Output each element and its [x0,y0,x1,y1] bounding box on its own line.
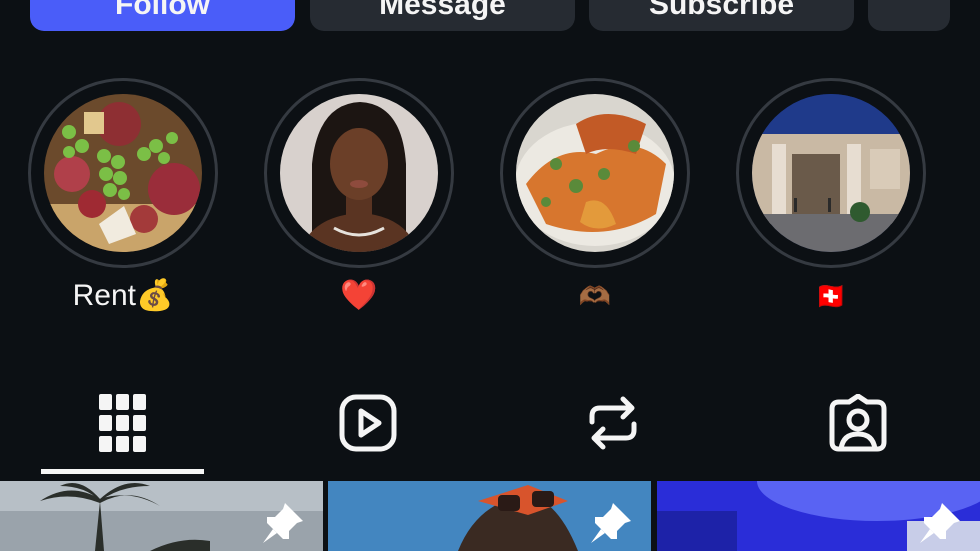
highlight-cover-image [752,94,910,252]
highlight-cover-image [280,94,438,252]
grid-post[interactable] [328,481,651,551]
tab-posts[interactable] [0,370,245,475]
highlight-ring [500,78,690,268]
pin-icon [591,503,631,543]
grid-icon [98,393,146,452]
grid-post[interactable] [657,481,980,551]
highlight-heart[interactable]: ❤️ [264,78,454,316]
more-options-button[interactable] [868,0,950,31]
highlight-ring [736,78,926,268]
tab-reels[interactable] [245,370,490,475]
highlight-rent[interactable]: Rent💰 [28,78,218,316]
posts-grid [0,481,980,551]
subscribe-button[interactable]: Subscribe [589,0,854,31]
reposts-icon [589,396,636,449]
highlight-switzerland[interactable]: 🇨🇭 [736,78,926,316]
active-tab-indicator [41,469,204,474]
message-button[interactable]: Message [310,0,575,31]
follow-button[interactable]: Follow [30,0,295,31]
highlight-ring [28,78,218,268]
pin-icon [263,503,303,543]
highlight-label: 🫶🏾 [578,281,612,311]
tagged-icon [829,393,886,451]
highlight-ring [264,78,454,268]
grid-post[interactable] [0,481,323,551]
profile-actions: Follow Message Subscribe [30,0,950,31]
tab-tagged[interactable] [735,370,980,475]
highlight-cover-image [44,94,202,252]
profile-tabs [0,370,980,475]
highlight-label: 🇨🇭 [814,281,848,311]
highlight-label: ❤️ [340,279,378,312]
highlight-label: Rent💰 [72,279,174,312]
reels-icon [339,394,396,451]
highlight-hands[interactable]: 🫶🏾 [500,78,690,316]
pin-icon [920,503,960,543]
tab-reposts[interactable] [490,370,735,475]
highlight-cover-image [516,94,674,252]
